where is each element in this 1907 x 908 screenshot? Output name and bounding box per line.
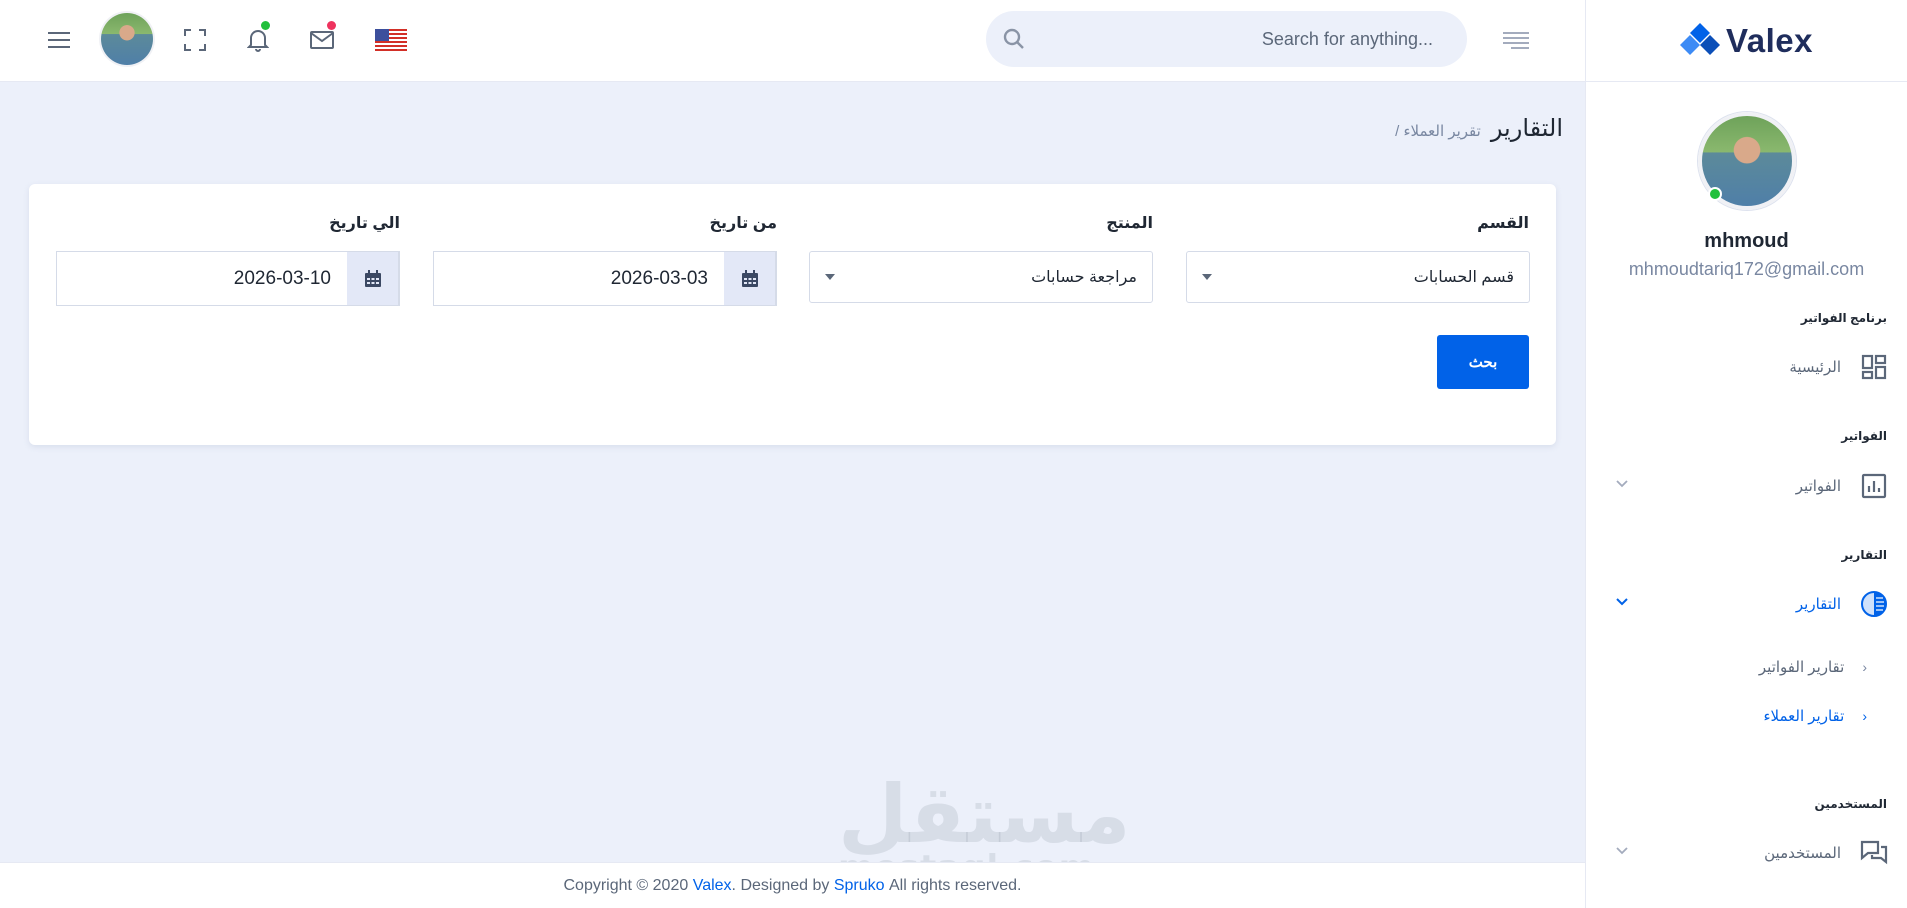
dropdown-arrow-icon [1202,274,1212,280]
chevron-down-icon [1616,598,1628,606]
dashboard-icon [1859,352,1889,382]
sidebar-toggle-button[interactable] [1496,20,1536,60]
footer-middle: . Designed by [731,876,830,894]
sidebar-avatar[interactable] [1697,112,1796,210]
from-date-label: من تاريخ [709,215,777,232]
sidebar-item-label: الفواتير [1795,478,1841,495]
search-icon[interactable] [1002,27,1026,51]
brand-logo[interactable]: Valex [1586,0,1907,82]
from-date-field[interactable]: 2026-03-03 [433,251,777,306]
chat-icon [1859,838,1889,868]
notification-badge [261,21,270,30]
report-filter-card [29,184,1556,445]
brand-name: Valex [1726,21,1813,59]
user-name: mhmoud [1704,230,1789,252]
sidebar-subitem-label: تقارير العملاء [1763,708,1845,725]
watermark-arabic: مستقل [838,768,1131,861]
product-select-value: مراجعة حسابات [1031,269,1137,286]
chevron-down-icon [1616,847,1628,855]
dropdown-arrow-icon [825,274,835,280]
sidebar-subitem-label: تقارير الفواتير [1758,659,1845,676]
section-select-value: قسم الحسابات [1413,269,1514,286]
chevron-right-icon: › [1862,708,1867,724]
section-label: القسم [1477,215,1529,232]
footer-suffix: All rights reserved. [889,876,1022,894]
notifications-button[interactable] [238,20,278,60]
header-avatar[interactable] [101,13,153,65]
nav-category-program: برنامج الفواتير [1800,311,1887,325]
bell-icon [247,30,269,52]
nav-category-users: المستخدمين [1814,797,1887,811]
online-status-dot [1707,187,1722,201]
to-date-value: 2026-03-10 [233,267,331,289]
footer-brand-link[interactable]: Valex [693,877,732,895]
chart-icon [1859,471,1889,501]
fullscreen-button[interactable] [175,20,215,60]
sidebar-item-users[interactable]: المستخدمين [1585,833,1907,873]
to-date-field[interactable]: 2026-03-10 [56,251,400,306]
search-button[interactable]: بحث [1437,335,1529,389]
product-select[interactable]: مراجعة حسابات [809,251,1153,303]
user-profile: mhmoud mhmoudtariq172@gmail.com [1586,82,1907,280]
chevron-right-icon: › [1862,659,1867,675]
sidebar-subitem-invoice-reports[interactable]: › تقارير الفواتير [1759,658,1867,676]
sidebar-subitem-customer-reports[interactable]: › تقارير العملاء [1763,707,1867,725]
sidebar-item-label: الرئيسية [1789,359,1841,376]
valex-logo-icon [1680,22,1721,55]
user-email: mhmoudtariq172@gmail.com [1628,259,1865,279]
language-button[interactable] [371,20,411,60]
product-label: المنتج [1106,215,1153,232]
calendar-icon[interactable] [724,252,776,305]
from-date-value: 2026-03-03 [610,267,708,289]
sidebar-item-label: التقارير [1795,596,1841,613]
sidebar-item-home[interactable]: الرئيسية [1585,347,1907,387]
menu-button[interactable] [39,20,79,60]
page-title: التقارير [1490,115,1563,142]
sidebar: Valex mhmoud mhmoudtariq172@gmail.com بر… [1585,0,1907,908]
us-flag-icon [375,29,407,51]
footer-prefix: Copyright © 2020 [563,876,689,894]
pie-icon [1859,589,1889,619]
breadcrumb: التقارير / تقرير العملاء [1395,114,1563,143]
sidebar-toggle-icon [1503,32,1529,49]
mail-icon [310,31,334,49]
to-date-label: الي تاريخ [329,215,400,232]
footer-designer-link[interactable]: Spruko [834,877,885,895]
section-select[interactable]: قسم الحسابات [1186,251,1530,303]
chevron-down-icon [1616,480,1628,488]
breadcrumb-current: / تقرير العملاء [1395,123,1481,140]
message-badge [327,21,336,30]
calendar-icon[interactable] [347,252,399,305]
top-header [0,0,1585,82]
sidebar-item-invoices[interactable]: الفواتير [1585,466,1907,506]
search-input[interactable] [986,11,1467,67]
footer: Copyright © 2020 Valex. Designed by Spru… [0,862,1585,908]
nav-category-reports: التقارير [1841,548,1887,562]
menu-icon [48,32,70,48]
nav-category-invoices: الفواتير [1841,429,1887,443]
search-bar [986,11,1467,67]
sidebar-item-reports[interactable]: التقارير [1585,584,1907,624]
fullscreen-icon [184,29,206,51]
sidebar-item-label: المستخدمين [1764,845,1841,862]
messages-button[interactable] [302,20,342,60]
